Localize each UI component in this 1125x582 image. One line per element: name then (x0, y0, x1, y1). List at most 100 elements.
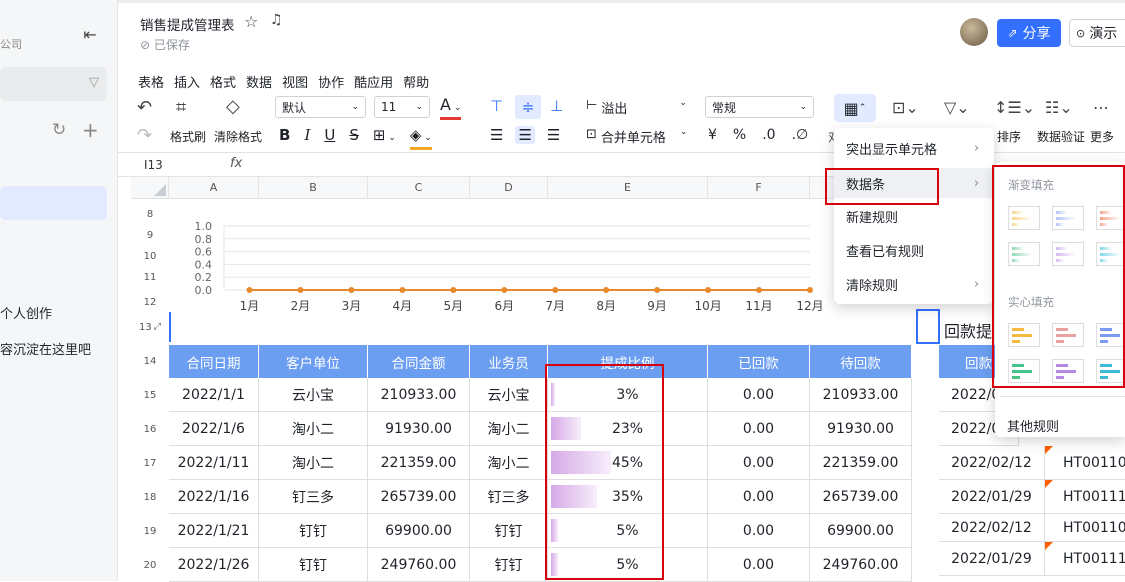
cell-date[interactable]: 2022/1/11 (169, 446, 259, 480)
table-row[interactable]: 2022/1/16 钉三多 265739.00 钉三多 35% 0.00 265… (169, 480, 912, 514)
align-right-icon[interactable]: ☰ (547, 126, 560, 144)
row-number[interactable]: 11 (131, 267, 169, 287)
col-header-f[interactable]: F (708, 177, 810, 199)
cell-date[interactable]: 2022/1/1 (169, 378, 259, 412)
cell-client[interactable]: 淘小二 (259, 446, 368, 480)
cell-received[interactable]: 0.00 (708, 548, 810, 582)
cell-client[interactable]: 钉三多 (259, 480, 368, 514)
cell-pending[interactable]: 221359.00 (810, 446, 912, 480)
right-cell-contract[interactable]: HT00111 (1045, 542, 1125, 576)
sort-button[interactable]: 排序 (997, 128, 1021, 145)
header-pending[interactable]: 待回款 (810, 345, 912, 378)
cell-client[interactable]: 钉钉 (259, 548, 368, 582)
align-top-icon[interactable]: ⊤ (490, 97, 503, 115)
more-button[interactable]: 更多 (1090, 128, 1114, 145)
right-table-row[interactable]: 2022/01/29 HT00111 (939, 542, 1125, 576)
cell-date[interactable]: 2022/1/6 (169, 412, 259, 446)
cell-rep[interactable]: 钉三多 (470, 480, 548, 514)
cell-amount[interactable]: 210933.00 (368, 378, 470, 412)
menu-apps[interactable]: 酷应用 (354, 72, 393, 91)
right-cell-contract[interactable]: HT00110 (1045, 446, 1125, 480)
menu-new-rule[interactable]: 新建规则 (846, 201, 986, 231)
number-format-select[interactable]: 常规 ⌄ (705, 96, 814, 118)
row-number[interactable]: 12 (131, 292, 169, 312)
menu-clear-rules[interactable]: 清除规则 › (846, 269, 986, 299)
col-header-d[interactable]: D (470, 177, 548, 199)
bell-icon[interactable]: ♫ (270, 12, 283, 28)
overflow-select[interactable]: ⊢ 溢出 ⌄ (586, 98, 687, 117)
row-number[interactable]: 10 (131, 246, 169, 266)
header-client[interactable]: 客户单位 (259, 345, 368, 378)
redo-icon[interactable]: ↷ (137, 125, 152, 146)
cell-date[interactable]: 2022/1/26 (169, 548, 259, 582)
align-left-icon[interactable]: ☰ (490, 126, 503, 144)
menu-collab[interactable]: 协作 (318, 72, 344, 91)
conditional-format-button[interactable]: ▦ ⌃ (834, 94, 876, 122)
cell-received[interactable]: 0.00 (708, 412, 810, 446)
other-rules-item[interactable]: 其他规则 (1007, 416, 1059, 435)
cell-received[interactable]: 0.00 (708, 446, 810, 480)
cell-amount[interactable]: 249760.00 (368, 548, 470, 582)
cell-reference[interactable]: I13 (144, 158, 163, 172)
underline-icon[interactable]: U (324, 126, 335, 150)
format-brush-button[interactable]: 格式刷 (170, 128, 206, 145)
star-icon[interactable]: ☆ (244, 12, 258, 31)
cell-pending[interactable]: 210933.00 (810, 378, 912, 412)
menu-view[interactable]: 视图 (282, 72, 308, 91)
search-input[interactable]: ▽ (0, 67, 107, 101)
data-validation-icon[interactable]: ☷⌄ (1045, 98, 1073, 117)
menu-format[interactable]: 格式 (210, 72, 236, 91)
decimal-decrease-icon[interactable]: .∅ (792, 127, 809, 143)
sort-icon[interactable]: ↕☰⌄ (994, 98, 1035, 117)
col-header-b[interactable]: B (259, 177, 368, 199)
row-number[interactable]: 19 (131, 520, 169, 542)
row-number[interactable]: 17 (131, 452, 169, 474)
select-all-corner[interactable] (131, 177, 169, 199)
cell-date[interactable]: 2022/1/21 (169, 514, 259, 548)
doc-title[interactable]: 销售提成管理表 (140, 14, 235, 34)
header-received[interactable]: 已回款 (708, 345, 810, 378)
active-cell[interactable] (916, 309, 940, 344)
collapse-icon[interactable]: ⇤ (80, 24, 100, 44)
col-header-a[interactable]: A (169, 177, 259, 199)
eraser-icon[interactable]: ◇ (226, 96, 240, 117)
selected-nav-item[interactable] (0, 186, 107, 220)
strikethrough-icon[interactable]: S (349, 126, 359, 150)
border-icon[interactable]: ⊞ ⌄ (373, 126, 396, 150)
align-bottom-icon[interactable]: ⊥ (550, 97, 563, 115)
right-table-row[interactable]: 2022/02/12 HT00110 (939, 514, 1125, 542)
filter-icon[interactable]: ▽ (89, 75, 99, 90)
row-number[interactable]: 13 ⤢ (131, 317, 169, 337)
table-style-icon[interactable]: ⊡⌄ (892, 98, 919, 117)
nav-item-personal[interactable]: 个人创作 (0, 303, 52, 322)
header-amount[interactable]: 合同金额 (368, 345, 470, 378)
cell-rep[interactable]: 云小宝 (470, 378, 548, 412)
add-icon[interactable]: + (82, 118, 99, 142)
cell-amount[interactable]: 221359.00 (368, 446, 470, 480)
table-row[interactable]: 2022/1/26 钉钉 249760.00 钉钉 5% 0.00 249760… (169, 548, 912, 582)
undo-icon[interactable]: ↶ (137, 97, 152, 118)
row-number[interactable]: 18 (131, 486, 169, 508)
row-number[interactable]: 16 (131, 418, 169, 440)
clear-format-button[interactable]: 清除格式 (214, 128, 262, 145)
cell-rep[interactable]: 淘小二 (470, 412, 548, 446)
table-row[interactable]: 2022/1/21 钉钉 69900.00 钉钉 5% 0.00 69900.0… (169, 514, 912, 548)
line-chart[interactable]: 1.00.80.60.40.20.0 1月 2月 3月 4月 5月 6月 7月 8月 9月 10月 1… (170, 201, 850, 341)
size-select[interactable]: 11 ⌄ (374, 96, 430, 118)
cell-amount[interactable]: 265739.00 (368, 480, 470, 514)
menu-table[interactable]: 表格 (138, 72, 164, 91)
present-button[interactable]: ⊙ 演示 (1069, 19, 1125, 47)
cell-rep[interactable]: 淘小二 (470, 446, 548, 480)
refresh-icon[interactable]: ↻ (52, 120, 66, 140)
more-icon[interactable]: ⋯ (1093, 98, 1109, 117)
cell-pending[interactable]: 91930.00 (810, 412, 912, 446)
col-header-e[interactable]: E (548, 177, 708, 199)
menu-insert[interactable]: 插入 (174, 72, 200, 91)
row-number[interactable]: 15 (131, 384, 169, 406)
right-table-row[interactable]: 2022/01/29 HT00111 (939, 480, 1125, 514)
row-number[interactable]: 14 (131, 350, 169, 372)
format-brush-icon[interactable]: ⌗ (176, 97, 186, 118)
merge-select[interactable]: ⊡ 合并单元格 ⌄ (586, 127, 687, 146)
cell-received[interactable]: 0.00 (708, 378, 810, 412)
right-table-row[interactable]: 2022/02/12 HT00110 (939, 446, 1125, 480)
